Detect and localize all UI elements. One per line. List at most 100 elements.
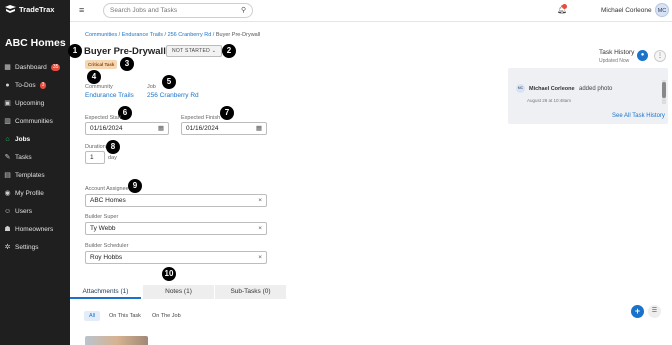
duration-value: 1 <box>90 154 94 161</box>
tab-sub-tasks[interactable]: Sub-Tasks (0) <box>215 285 286 299</box>
sidebar-item-label: Communities <box>15 117 53 125</box>
list-view-icon[interactable]: ☰ <box>648 305 661 318</box>
calendar-icon[interactable]: ▦ <box>158 123 164 134</box>
status-label: NOT STARTED <box>172 48 211 54</box>
marker-9: 9 <box>128 179 142 193</box>
job-label: Job <box>147 84 156 90</box>
clear-icon[interactable]: × <box>258 195 262 206</box>
account-assignee-value: ABC Homes <box>90 197 126 204</box>
sidebar-item-settings[interactable]: ✲ Settings <box>0 238 70 256</box>
avatar[interactable]: MC <box>655 3 669 17</box>
account-assignee-field[interactable]: ABC Homes × <box>85 194 267 207</box>
duration-input[interactable]: 1 <box>85 151 105 164</box>
marker-5: 5 <box>162 75 176 89</box>
search-icon[interactable]: ⚲ <box>241 6 246 14</box>
builder-super-value: Ty Webb <box>90 225 116 232</box>
task-history-title: Task History <box>599 49 635 56</box>
add-attachment-button[interactable]: + <box>631 305 644 318</box>
more-options-icon[interactable]: ⋮ <box>654 50 666 62</box>
builder-super-field[interactable]: Ty Webb × <box>85 222 267 235</box>
breadcrumb-job[interactable]: 256 Cranberry Rd <box>168 32 212 38</box>
sidebar-nav: ▦ Dashboard 35 ● To-Dos 3 ▣ Upcoming ▥ C… <box>0 58 70 256</box>
marker-2: 2 <box>222 44 236 58</box>
marker-1: 1 <box>68 44 82 58</box>
filter-on-the-job[interactable]: On The Job <box>147 311 186 321</box>
sidebar: TradeTrax ABC Homes ▦ Dashboard 35 ● To-… <box>0 0 70 345</box>
gear-icon: ✲ <box>4 243 11 251</box>
expected-start-field[interactable]: 01/16/2024 ▦ <box>85 122 169 135</box>
builder-super-label: Builder Super <box>85 214 119 220</box>
sidebar-item-dashboard[interactable]: ▦ Dashboard 35 <box>0 58 70 76</box>
expected-start-label: Expected Start <box>85 115 122 121</box>
builder-scheduler-label: Builder Scheduler <box>85 243 129 249</box>
job-link[interactable]: 256 Cranberry Rd <box>147 92 199 99</box>
community-label: Community <box>85 84 113 90</box>
breadcrumb: Communities / Endurance Trails / 256 Cra… <box>85 32 261 38</box>
filter-on-this-task[interactable]: On This Task <box>104 311 146 321</box>
attachment-thumbnail[interactable] <box>85 336 148 345</box>
sidebar-item-label: Jobs <box>15 135 31 143</box>
sidebar-item-label: Users <box>15 207 32 215</box>
notification-dot <box>562 4 567 9</box>
chevron-down-icon: ⌄ <box>211 48 217 54</box>
activity-user: Michael Corleone <box>529 86 575 92</box>
clear-icon[interactable]: × <box>258 252 262 263</box>
filter-all[interactable]: All <box>84 311 101 321</box>
homeowners-icon: ☗ <box>4 225 11 233</box>
tab-notes[interactable]: Notes (1) <box>143 285 214 299</box>
account-assignee-label: Account Assignee <box>85 186 129 192</box>
sidebar-item-homeowners[interactable]: ☗ Homeowners <box>0 220 70 238</box>
sidebar-item-templates[interactable]: ▤ Templates <box>0 166 70 184</box>
breadcrumb-community[interactable]: Endurance Trails <box>122 32 163 38</box>
sidebar-item-users[interactable]: ☺ Users <box>0 202 70 220</box>
expected-finish-field[interactable]: 01/16/2024 ▦ <box>181 122 267 135</box>
marker-4: 4 <box>87 70 101 84</box>
detail-tabs: Attachments (1) Notes (1) Sub-Tasks (0) <box>70 285 286 299</box>
calendar-icon[interactable]: ▦ <box>256 123 262 134</box>
app-name: TradeTrax <box>19 5 55 14</box>
dashboard-icon: ▦ <box>4 63 11 71</box>
tradetrax-logo-icon <box>5 5 16 13</box>
activity-avatar: MC <box>516 84 525 93</box>
sidebar-item-label: Templates <box>15 171 45 179</box>
brand[interactable]: TradeTrax <box>5 5 54 14</box>
community-link[interactable]: Endurance Trails <box>85 92 134 99</box>
sidebar-item-label: Homeowners <box>15 225 54 233</box>
marker-10: 10 <box>162 267 176 281</box>
duration-label: Duration <box>85 144 106 150</box>
breadcrumb-communities[interactable]: Communities <box>85 32 117 38</box>
top-bar: ≡ ⚲ 🔔︎ Michael Corleone MC <box>70 0 672 22</box>
search-input[interactable] <box>103 3 253 18</box>
see-all-task-history-link[interactable]: See All Task History <box>612 113 665 119</box>
critical-task-badge: Critical Task <box>85 60 118 69</box>
tab-attachments[interactable]: Attachments (1) <box>70 285 141 299</box>
check-circle-icon: ● <box>5 81 10 89</box>
marker-7: 7 <box>220 106 234 120</box>
user-name[interactable]: Michael Corleone <box>601 7 652 14</box>
marker-3: 3 <box>120 57 134 71</box>
status-dropdown[interactable]: NOT STARTED ⌄ <box>166 45 223 57</box>
expected-finish-label: Expected Finish <box>181 115 221 121</box>
sidebar-item-my-profile[interactable]: ◉ My Profile <box>0 184 70 202</box>
sidebar-item-upcoming[interactable]: ▣ Upcoming <box>0 94 70 112</box>
clear-icon[interactable]: × <box>258 223 262 234</box>
scrollbar-thumb[interactable] <box>662 82 666 98</box>
sidebar-item-communities[interactable]: ▥ Communities <box>0 112 70 130</box>
sidebar-item-todos[interactable]: ● To-Dos 3 <box>0 76 70 94</box>
marker-8: 8 <box>106 140 120 154</box>
breadcrumb-current: Buyer Pre-Drywall <box>215 32 261 38</box>
watch-icon[interactable]: ● <box>637 50 648 61</box>
hamburger-menu-icon[interactable]: ≡ <box>79 5 84 15</box>
home-icon: ⌂ <box>5 135 10 143</box>
sidebar-item-jobs[interactable]: ⌂ Jobs <box>0 130 70 148</box>
task-history-subtitle: Updated Now <box>599 58 630 64</box>
expected-start-value: 01/16/2024 <box>90 125 123 132</box>
duration-unit: day <box>108 155 117 161</box>
sidebar-item-label: Settings <box>15 243 39 251</box>
todos-badge: 3 <box>39 81 47 89</box>
sidebar-item-tasks[interactable]: ✎ Tasks <box>0 148 70 166</box>
users-icon: ☺ <box>4 207 12 215</box>
sidebar-item-label: To-Dos <box>15 81 36 89</box>
sidebar-item-label: Upcoming <box>15 99 45 107</box>
builder-scheduler-field[interactable]: Roy Hobbs × <box>85 251 267 264</box>
